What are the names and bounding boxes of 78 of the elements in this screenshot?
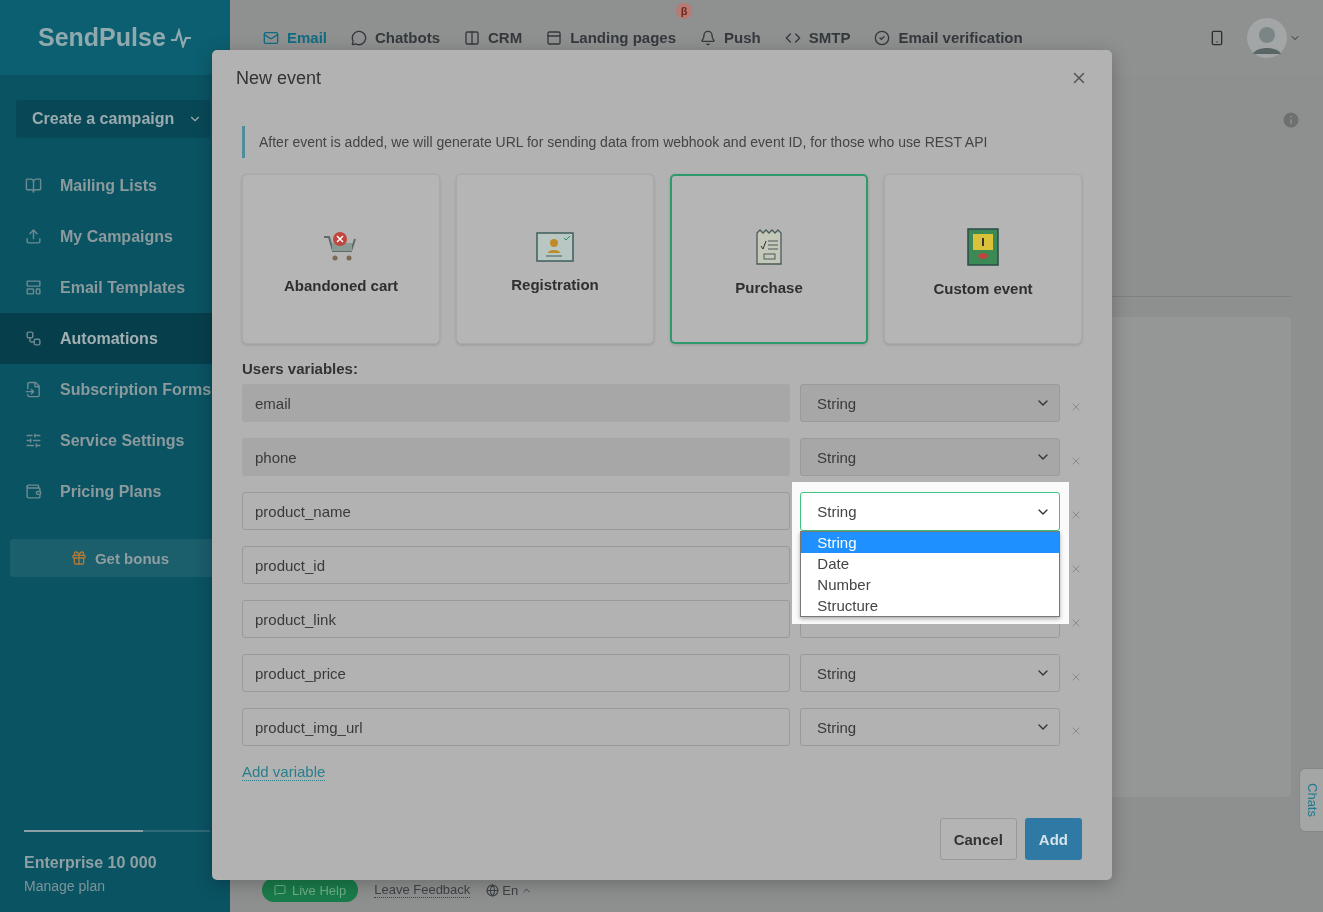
gift-icon xyxy=(70,550,87,566)
dropdown-option[interactable]: Date xyxy=(801,553,1060,574)
sidebar-item-label: Pricing Plans xyxy=(60,482,162,501)
variables-label: Users variables: xyxy=(242,360,359,377)
event-type-card[interactable]: Registration xyxy=(456,174,654,344)
custom-event-icon xyxy=(967,228,999,266)
avatar-icon[interactable] xyxy=(1247,17,1287,58)
sidebar-item-label: Service Settings xyxy=(60,431,185,450)
variable-name-field[interactable]: product_price xyxy=(242,654,790,692)
dropdown-option[interactable]: Number xyxy=(801,574,1060,595)
sidebar-item[interactable]: Mailing Lists xyxy=(0,160,230,211)
remove-icon[interactable] xyxy=(1070,617,1082,629)
nav-tab[interactable]: Email xyxy=(263,29,328,46)
chats-tab-label: Chats xyxy=(1303,783,1320,817)
sidebar-item-label: Subscription Forms xyxy=(60,380,212,399)
sidebar-item-icon xyxy=(25,330,42,347)
sidebar-item-icon xyxy=(25,381,42,398)
cancel-button[interactable]: Cancel xyxy=(939,818,1017,860)
sidebar-item-icon xyxy=(25,177,42,194)
id-card-icon xyxy=(536,232,574,262)
nav-tab-icon xyxy=(464,29,481,46)
manage-plan-link[interactable]: Manage plan xyxy=(24,878,210,894)
sidebar-item-label: Email Templates xyxy=(60,278,186,297)
nav-tab[interactable]: CRM xyxy=(464,29,523,46)
sidebar-item-icon xyxy=(25,279,42,296)
receipt-icon xyxy=(755,229,783,265)
leave-feedback-link[interactable]: Leave Feedback xyxy=(374,882,471,898)
sidebar-item-label: Mailing Lists xyxy=(60,176,157,195)
add-button[interactable]: Add xyxy=(1024,818,1082,860)
variable-name-field[interactable]: product_link xyxy=(242,600,790,638)
type-select[interactable]: String xyxy=(800,492,1061,531)
sidebar-item-icon xyxy=(25,432,42,449)
sidebar-item[interactable]: Email Templates xyxy=(0,262,230,313)
globe-icon xyxy=(486,883,500,897)
nav-tab[interactable]: Email verification xyxy=(874,29,1023,46)
nav-tab-icon xyxy=(351,29,368,46)
chats-tab[interactable]: Chats xyxy=(1299,768,1323,832)
remove-icon[interactable] xyxy=(1070,563,1082,575)
sidebar-item[interactable]: Subscription Forms xyxy=(0,364,230,415)
sidebar-item[interactable]: My Campaigns xyxy=(0,211,230,262)
variable-name-field[interactable]: product_id xyxy=(242,546,790,584)
variable-name-field[interactable]: product_name xyxy=(242,492,791,530)
create-campaign-button[interactable]: Create a campaign xyxy=(16,100,210,138)
sidebar-item[interactable]: Service Settings xyxy=(0,415,230,466)
remove-icon[interactable] xyxy=(1070,671,1082,683)
mobile-icon[interactable] xyxy=(1209,29,1225,46)
event-type-card[interactable]: Custom event xyxy=(884,174,1082,344)
nav-tab-icon xyxy=(263,29,279,46)
plan-name: Enterprise 10 000 xyxy=(24,854,158,872)
sidebar-item-icon xyxy=(25,228,42,245)
chat-icon xyxy=(274,884,286,896)
dropdown-option[interactable]: String xyxy=(801,532,1060,553)
event-type-card[interactable]: Abandoned cart xyxy=(242,174,440,344)
variable-name-field[interactable]: product_img_url xyxy=(242,708,790,746)
event-type-card[interactable]: Purchase xyxy=(670,174,868,344)
info-icon[interactable] xyxy=(1281,110,1301,130)
nav-tab[interactable]: Push xyxy=(700,29,761,46)
nav-tab-icon xyxy=(546,29,563,46)
remove-icon[interactable] xyxy=(1070,509,1082,521)
info-note: After event is added, we will generate URL for sending data from webhook and event ID, for those who use REST API xyxy=(242,126,1082,158)
sidebar-item-label: My Campaigns xyxy=(60,227,173,246)
sidebar-item-label: Automations xyxy=(60,329,158,348)
remove-icon[interactable] xyxy=(1070,725,1082,737)
type-select[interactable]: String xyxy=(800,708,1060,746)
nav-tab[interactable]: Chatbots xyxy=(351,29,441,46)
dialog-title: New event xyxy=(236,67,322,89)
nav-tab[interactable]: SMTP xyxy=(784,29,851,46)
add-variable-link[interactable]: Add variable xyxy=(242,763,326,781)
beta-badge: β xyxy=(676,3,693,19)
live-help-button[interactable]: Live Help xyxy=(262,878,359,902)
sidebar-item-icon xyxy=(25,483,42,500)
dropdown-option[interactable]: Structure xyxy=(801,595,1060,616)
nav-tab-icon xyxy=(874,29,891,46)
language-selector[interactable]: En xyxy=(486,882,533,898)
sidebar-item[interactable]: Pricing Plans xyxy=(0,466,230,517)
type-select[interactable]: String xyxy=(800,654,1060,692)
nav-tab-icon xyxy=(700,29,717,46)
pulse-icon xyxy=(169,27,192,48)
